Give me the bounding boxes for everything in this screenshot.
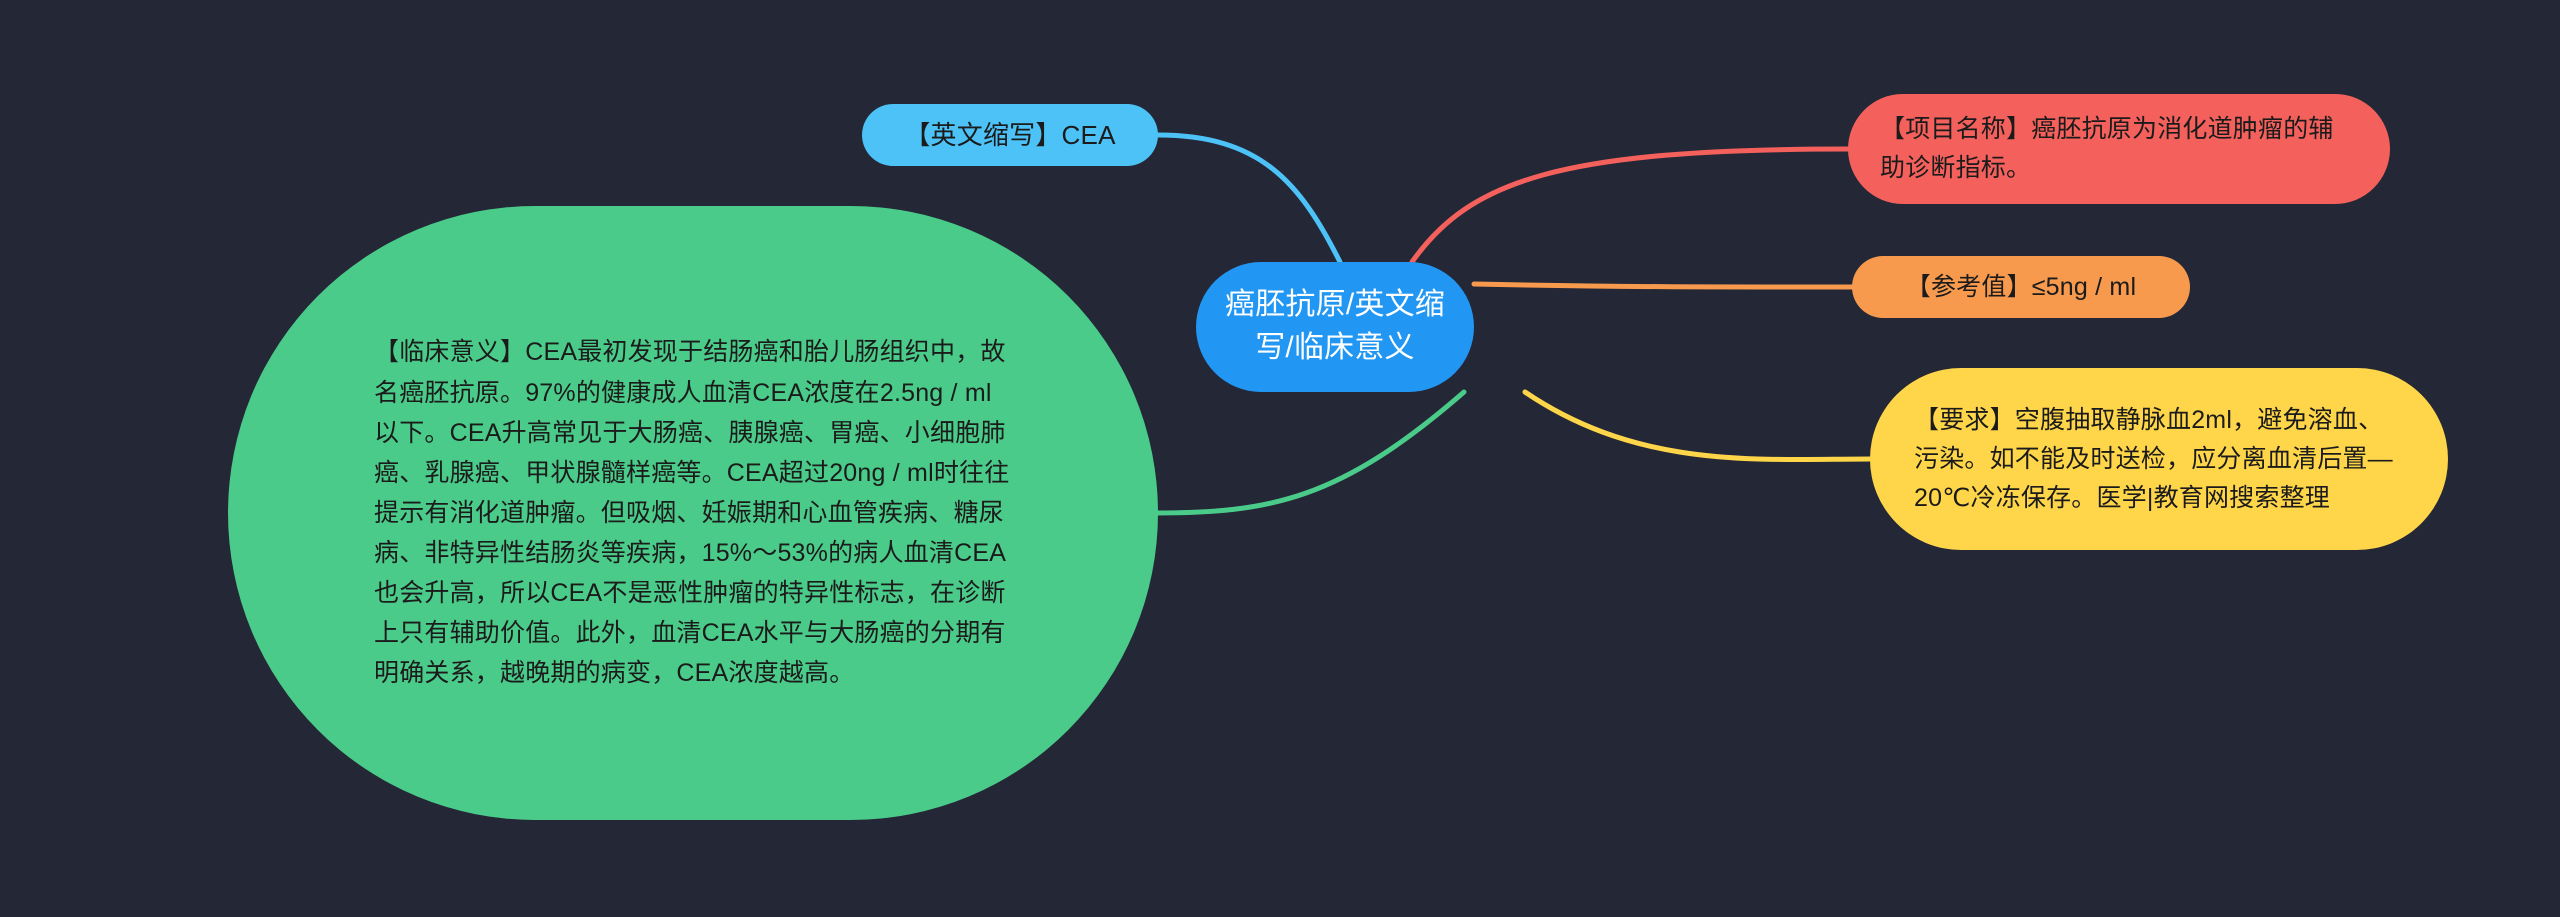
node-root-label: 癌胚抗原/英文缩写/临床意义 [1225,288,1445,364]
connector-reference-value [1471,281,1855,290]
node-project-name-label: 【项目名称】癌胚抗原为消化道肿瘤的辅助诊断指标。 [1880,115,2334,182]
node-requirement[interactable]: 【要求】空腹抽取静脉血2ml，避免溶血、污染。如不能及时送检，应分离血清后置—2… [1870,368,2448,550]
connector-clinical-significance [1152,389,1467,516]
node-abbreviation[interactable]: 【英文缩写】CEA [862,104,1158,166]
mindmap-canvas: 【英文缩写】CEA 癌胚抗原/英文缩写/临床意义 【项目名称】癌胚抗原为消化道肿… [0,0,2560,917]
node-clinical-significance-label: 【临床意义】CEA最初发现于结肠癌和胎儿肠组织中，故名癌胚抗原。97%的健康成人… [374,338,1010,688]
connector-requirement [1522,389,1873,463]
node-requirement-label: 【要求】空腹抽取静脉血2ml，避免溶血、污染。如不能及时送检，应分离血清后置—2… [1914,405,2393,512]
node-reference-value-label: 【参考值】≤5ng / ml [1905,272,2137,301]
node-clinical-significance[interactable]: 【临床意义】CEA最初发现于结肠癌和胎儿肠组织中，故名癌胚抗原。97%的健康成人… [228,206,1158,820]
connector-abbreviation [1155,132,1343,265]
node-reference-value[interactable]: 【参考值】≤5ng / ml [1852,256,2190,318]
connector-project-name [1409,146,1851,265]
node-project-name[interactable]: 【项目名称】癌胚抗原为消化道肿瘤的辅助诊断指标。 [1848,94,2390,204]
node-root[interactable]: 癌胚抗原/英文缩写/临床意义 [1196,262,1474,392]
node-abbreviation-label: 【英文缩写】CEA [904,119,1116,150]
